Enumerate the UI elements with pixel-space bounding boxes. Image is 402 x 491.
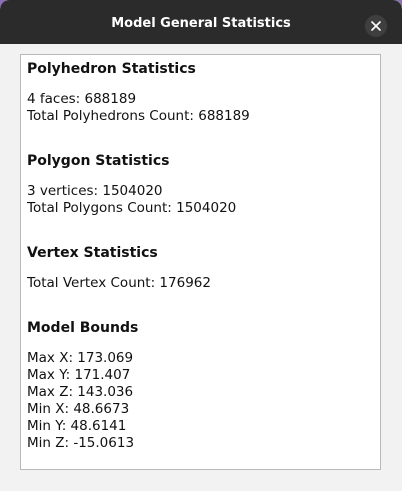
vertex-section: Vertex Statistics Total Vertex Count: 17… bbox=[27, 245, 374, 292]
polygon-section: Polygon Statistics 3 vertices: 1504020 T… bbox=[27, 153, 374, 217]
statistics-dialog: Model General Statistics Polyhedron Stat… bbox=[0, 0, 402, 491]
bounds-max-y: Max Y: 171.407 bbox=[27, 367, 131, 383]
bounds-min-z: Min Z: -15.0613 bbox=[27, 435, 135, 451]
vertex-total-line: Total Vertex Count: 176962 bbox=[27, 275, 211, 291]
close-button[interactable] bbox=[365, 15, 387, 37]
polyhedron-heading: Polyhedron Statistics bbox=[27, 61, 196, 77]
bounds-min-x: Min X: 48.6673 bbox=[27, 401, 130, 417]
vertex-heading: Vertex Statistics bbox=[27, 245, 158, 261]
polygon-total-line: Total Polygons Count: 1504020 bbox=[27, 200, 237, 216]
bounds-max-z: Max Z: 143.036 bbox=[27, 384, 134, 400]
polyhedron-faces-line: 4 faces: 688189 bbox=[27, 91, 137, 107]
polygon-vertices-line: 3 vertices: 1504020 bbox=[27, 183, 163, 199]
bounds-max-x: Max X: 173.069 bbox=[27, 350, 134, 366]
bounds-heading: Model Bounds bbox=[27, 320, 139, 336]
title-bar[interactable]: Model General Statistics bbox=[0, 0, 402, 44]
bounds-section: Model Bounds Max X: 173.069 Max Y: 171.4… bbox=[27, 320, 374, 452]
bounds-min-y: Min Y: 48.6141 bbox=[27, 418, 127, 434]
polygon-heading: Polygon Statistics bbox=[27, 153, 170, 169]
polyhedron-total-line: Total Polyhedrons Count: 688189 bbox=[27, 108, 250, 124]
window-title: Model General Statistics bbox=[111, 16, 291, 31]
close-icon bbox=[371, 21, 381, 31]
polyhedron-section: Polyhedron Statistics 4 faces: 688189 To… bbox=[27, 61, 374, 125]
statistics-panel: Polyhedron Statistics 4 faces: 688189 To… bbox=[20, 54, 381, 470]
